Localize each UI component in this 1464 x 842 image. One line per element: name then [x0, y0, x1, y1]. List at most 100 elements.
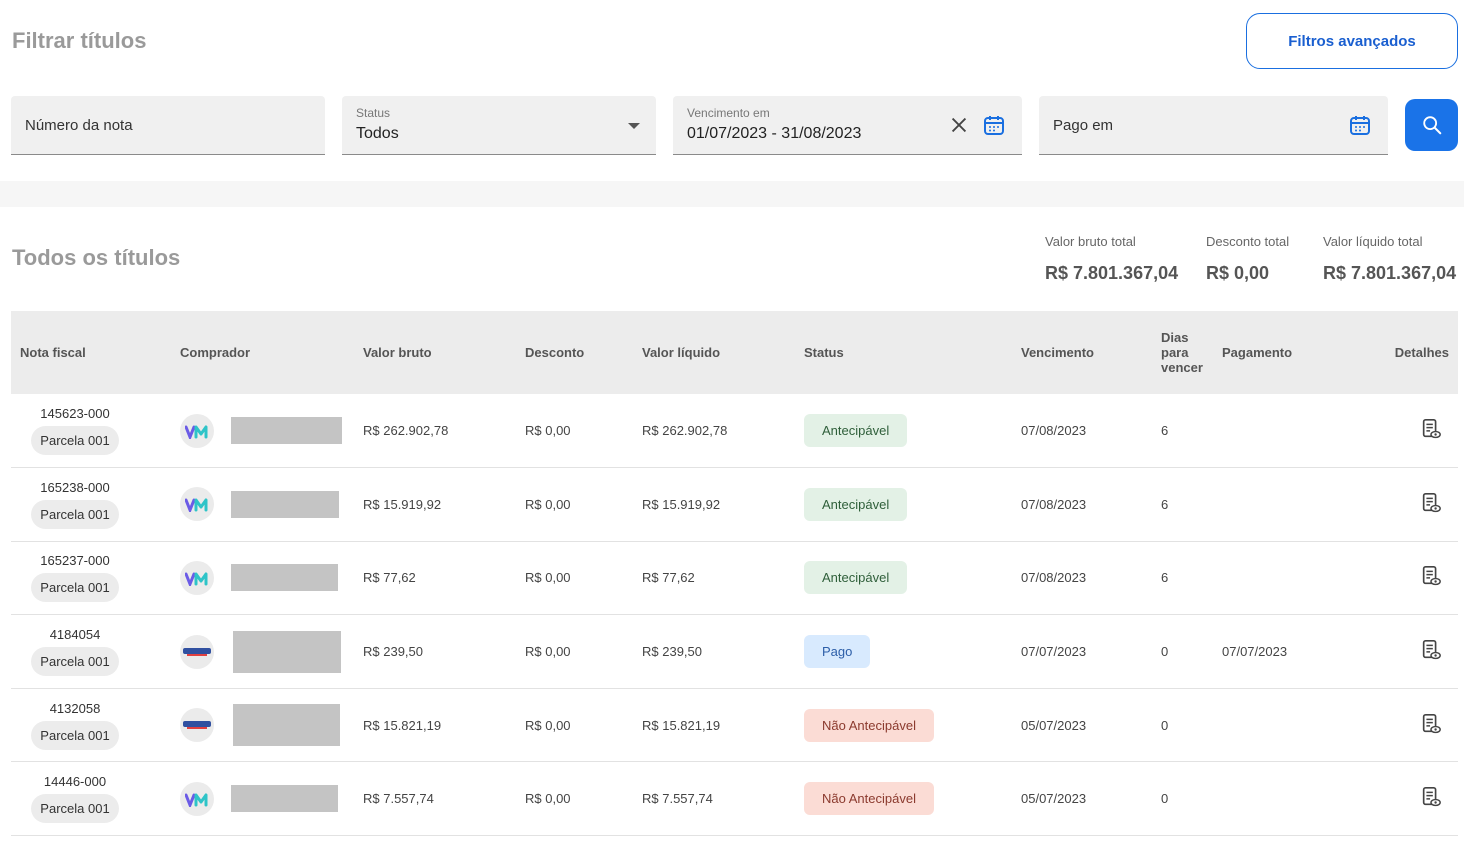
table-row[interactable]: 4184054 Parcela 001 R$ 239,50 R$ 0,00 R$ 239… — [11, 615, 1458, 689]
cell-nota-fiscal: 14446-000 Parcela 001 — [11, 762, 171, 836]
cell-valor-liquido: R$ 7.557,74 — [642, 791, 713, 807]
cell-valor-liquido: R$ 77,62 — [642, 570, 695, 586]
table-row[interactable]: 4132058 Parcela 001 R$ 15.821,19 R$ 0,00 R$ … — [11, 688, 1458, 762]
cell-desconto: R$ 0,00 — [525, 423, 571, 439]
cell-status: Não Antecipável — [795, 762, 1012, 836]
cell-dias: 0 — [1161, 791, 1169, 807]
total-value: R$ 7.801.367,04 — [1045, 263, 1179, 283]
cell-valor-liquido: R$ 262.902,78 — [642, 423, 728, 439]
search-icon — [1422, 116, 1441, 135]
redacted-buyer-name — [231, 564, 338, 592]
vencimento-value: 01/07/2023 - 31/08/2023 — [687, 125, 862, 142]
cell-vencimento: 07/07/2023 — [1021, 644, 1087, 660]
cell-comprador — [171, 541, 354, 615]
pago-placeholder: Pago em — [1053, 117, 1114, 134]
col-status[interactable]: Status — [795, 311, 1012, 394]
status-badge: Antecipável — [804, 414, 908, 448]
cell-comprador — [171, 468, 354, 542]
redacted-buyer-name — [231, 785, 338, 813]
document-view-icon[interactable] — [1420, 492, 1442, 514]
col-vencimento[interactable]: Vencimento — [1012, 311, 1152, 394]
status-value: Todos — [356, 125, 399, 142]
total-label: Desconto total — [1206, 234, 1290, 249]
cell-desconto: R$ 0,00 — [525, 570, 571, 586]
cell-pagamento — [1213, 468, 1343, 542]
total-desconto: Desconto total R$ 0,00 — [1206, 234, 1289, 284]
cell-dias: 6 — [1161, 496, 1169, 512]
col-detalhes: Detalhes — [1394, 345, 1449, 360]
calendar-icon[interactable] — [1348, 113, 1372, 137]
total-label: Valor líquido total — [1323, 234, 1423, 249]
total-value: R$ 7.801.367,04 — [1323, 263, 1457, 283]
close-icon[interactable] — [948, 114, 970, 136]
cell-valor-bruto: R$ 7.557,74 — [363, 791, 434, 807]
cell-pagamento — [1213, 541, 1343, 615]
status-label: Status — [356, 106, 391, 120]
cell-valor-bruto: R$ 15.919,92 — [363, 496, 442, 512]
total-value: R$ 0,00 — [1206, 263, 1270, 283]
cell-detalhes — [1343, 615, 1458, 689]
redacted-buyer-name — [233, 630, 341, 673]
redacted-buyer-name — [231, 417, 342, 445]
status-badge: Antecipável — [804, 487, 908, 521]
cell-valor-liquido: R$ 239,50 — [642, 644, 702, 660]
table-row[interactable]: 145623-000 Parcela 001 R$ 262.902,78 R$ 0,0… — [11, 394, 1458, 468]
cell-pagamento — [1213, 762, 1343, 836]
nota-number: 165238-000 — [40, 479, 110, 495]
col-valor-liquido[interactable]: Valor líquido — [633, 311, 795, 394]
nota-placeholder: Número da nota — [25, 117, 133, 134]
cell-pagamento — [1213, 688, 1343, 762]
col-comprador[interactable]: Comprador — [171, 311, 354, 394]
nota-number: 14446-000 — [43, 774, 107, 790]
list-title: Todos os títulos — [12, 245, 181, 270]
cell-vencimento: 07/08/2023 — [1021, 570, 1087, 586]
cell-valor-bruto: R$ 239,50 — [363, 644, 423, 660]
buyer-logo — [180, 560, 214, 595]
cell-valor-liquido: R$ 15.821,19 — [642, 717, 721, 733]
cell-pagamento: 07/07/2023 — [1222, 644, 1288, 660]
parcela-chip: Parcela 001 — [31, 720, 119, 750]
status-badge: Pago — [804, 635, 871, 669]
redacted-buyer-name — [231, 490, 339, 518]
cell-dias: 6 — [1161, 423, 1169, 439]
pago-input[interactable]: Pago em — [1039, 96, 1388, 155]
search-button[interactable] — [1405, 99, 1458, 151]
table-row[interactable]: 14446-000 Parcela 001 R$ 7.557,74 R$ 0,00 R$… — [11, 762, 1458, 836]
col-nota-fiscal[interactable]: Nota fiscal — [11, 311, 171, 394]
buyer-logo — [180, 487, 214, 522]
cell-status: Antecipável — [795, 541, 1012, 615]
nota-number: 4132058 — [49, 700, 101, 716]
cell-valor-bruto: R$ 262.902,78 — [363, 423, 449, 439]
cell-detalhes — [1343, 688, 1458, 762]
col-dias-para-vencer[interactable]: Dias para vencer — [1152, 311, 1213, 394]
col-valor-bruto[interactable]: Valor bruto — [354, 311, 516, 394]
cell-comprador — [171, 394, 354, 468]
cell-desconto: R$ 0,00 — [525, 791, 571, 807]
cell-nota-fiscal: 4132058 Parcela 001 — [11, 688, 171, 762]
status-select[interactable]: Status Todos — [342, 96, 656, 155]
parcela-chip: Parcela 001 — [31, 647, 119, 677]
document-view-icon[interactable] — [1420, 713, 1442, 735]
cell-detalhes — [1343, 394, 1458, 468]
table-row[interactable]: 165238-000 Parcela 001 R$ 15.919,92 R$ 0,00… — [11, 468, 1458, 542]
calendar-icon[interactable] — [982, 113, 1006, 137]
caret-down-icon — [628, 123, 640, 129]
cell-nota-fiscal: 145623-000 Parcela 001 — [11, 394, 171, 468]
document-view-icon[interactable] — [1420, 786, 1442, 808]
parcela-chip: Parcela 001 — [31, 794, 119, 824]
advanced-filters-button[interactable]: Filtros avançados — [1246, 13, 1458, 69]
col-desconto[interactable]: Desconto — [516, 311, 633, 394]
cell-status: Pago — [795, 615, 1012, 689]
nota-input[interactable]: Número da nota — [11, 96, 325, 155]
cell-detalhes — [1343, 541, 1458, 615]
buyer-logo — [180, 634, 214, 669]
vencimento-input[interactable]: Vencimento em 01/07/2023 - 31/08/2023 — [673, 96, 1022, 155]
document-view-icon[interactable] — [1420, 639, 1442, 661]
cell-dias: 0 — [1161, 644, 1169, 660]
document-view-icon[interactable] — [1420, 565, 1442, 587]
status-badge: Não Antecipável — [804, 708, 934, 742]
document-view-icon[interactable] — [1420, 418, 1442, 440]
titles-table: Nota fiscal Comprador Valor bruto Descon… — [11, 311, 1458, 836]
table-row[interactable]: 165237-000 Parcela 001 R$ 77,62 R$ 0,00 R$ 7… — [11, 541, 1458, 615]
col-pagamento[interactable]: Pagamento — [1213, 311, 1343, 394]
